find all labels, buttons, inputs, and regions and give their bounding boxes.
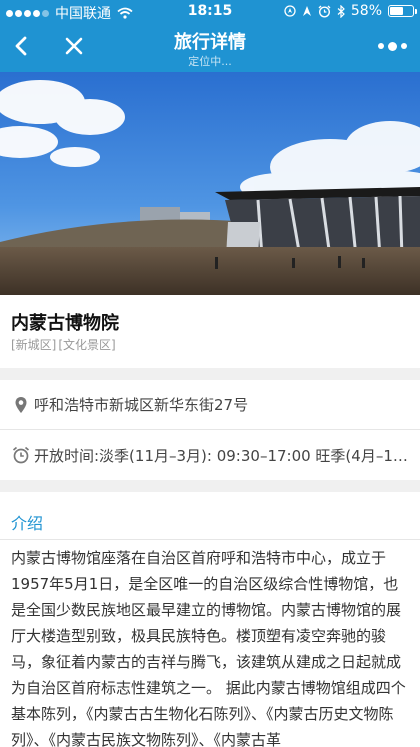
intro-body: 内蒙古博物馆座落在自治区首府呼和浩特市中心，成立于1957年5月1日，是全区唯一… bbox=[11, 549, 406, 747]
alarm-icon bbox=[318, 5, 331, 18]
more-dots-icon[interactable] bbox=[374, 34, 410, 58]
battery-percent: 58% bbox=[350, 3, 382, 19]
intro-title: 介绍 bbox=[11, 514, 44, 533]
intro-section: 介绍 内蒙古博物馆座落在自治区首府呼和浩特市中心，成立于1957年5月1日，是全… bbox=[0, 492, 420, 747]
battery-icon bbox=[388, 5, 417, 17]
status-bar: 中国联通 18:15 58% bbox=[0, 0, 420, 22]
address-row[interactable]: 呼和浩特市新城区新华东街27号 bbox=[0, 380, 420, 430]
tag-district: [新城区] bbox=[11, 338, 57, 352]
hours-text: 开放时间:淡季(11月–3月): 09:30–17:00 旺季(4月–10月):… bbox=[34, 446, 414, 465]
header: 中国联通 18:15 58% 旅行详情 定位中... bbox=[0, 0, 420, 72]
museum-photo bbox=[0, 72, 420, 295]
place-tags: [新城区] [文化景区] bbox=[11, 336, 116, 353]
location-arrow-icon bbox=[284, 5, 296, 17]
divider bbox=[0, 539, 420, 540]
bluetooth-icon bbox=[337, 4, 345, 18]
page-subtitle: 定位中... bbox=[188, 55, 232, 68]
alarm-clock-icon bbox=[12, 446, 30, 464]
status-right: 58% bbox=[284, 3, 417, 19]
place-name: 内蒙古博物院 bbox=[11, 313, 119, 334]
nav-bar: 旅行详情 定位中... bbox=[0, 22, 420, 72]
address-text: 呼和浩特市新城区新华东街27号 bbox=[34, 396, 249, 414]
hours-row[interactable]: 开放时间:淡季(11月–3月): 09:30–17:00 旺季(4月–10月):… bbox=[0, 430, 420, 480]
tag-category: [文化景区] bbox=[58, 338, 116, 352]
info-card: 呼和浩特市新城区新华东街27号 开放时间:淡季(11月–3月): 09:30–1… bbox=[0, 380, 420, 480]
page-title: 旅行详情 bbox=[174, 32, 246, 53]
navigation-icon bbox=[302, 6, 311, 16]
place-header: 内蒙古博物院 [新城区] [文化景区] bbox=[0, 295, 420, 368]
location-pin-icon bbox=[15, 396, 27, 413]
